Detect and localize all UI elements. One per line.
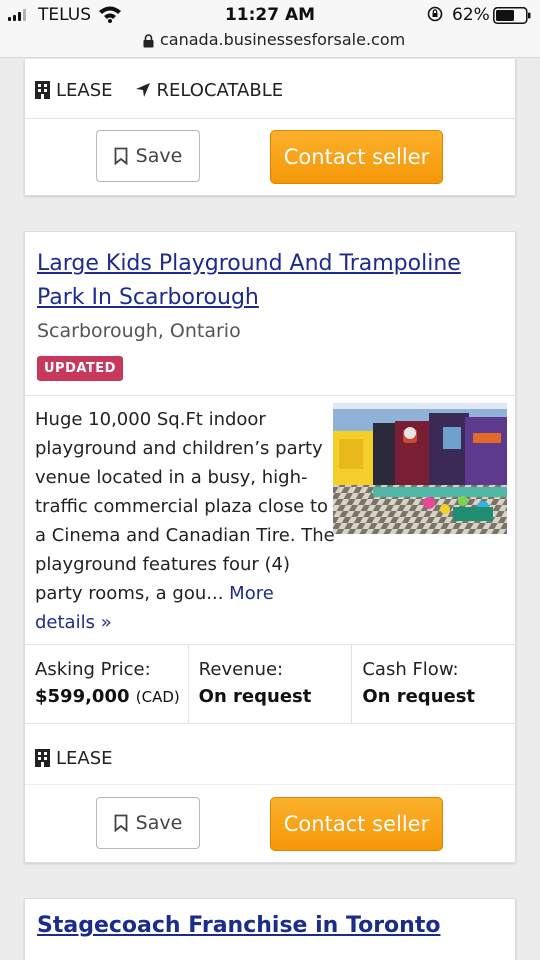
divider: [25, 395, 515, 396]
save-button[interactable]: Save: [96, 797, 200, 849]
stat-value: On request: [362, 686, 476, 707]
stat-cash-flow: Cash Flow: On request: [352, 645, 515, 723]
divider: [25, 784, 515, 785]
bookmark-icon: [114, 814, 128, 832]
listing-financials: Asking Price: $599,000 (CAD) Revenue: On…: [25, 644, 515, 724]
rotation-lock-icon: [427, 6, 443, 22]
status-badge: UPDATED: [37, 356, 123, 381]
save-button[interactable]: Save: [96, 130, 200, 182]
contact-seller-button[interactable]: Contact seller: [270, 130, 443, 184]
description-text: Huge 10,000 Sq.Ft indoor playground and …: [35, 409, 335, 604]
tag-label: LEASE: [56, 79, 113, 101]
tags-row: LEASE: [25, 729, 515, 787]
contact-seller-button[interactable]: Contact seller: [270, 797, 443, 851]
stat-label: Asking Price:: [35, 659, 151, 680]
battery-icon: [493, 7, 531, 24]
address-bar[interactable]: canada.businessesforsale.com: [0, 30, 540, 58]
tag-lease: LEASE: [35, 80, 113, 101]
tags-row: LEASE RELOCATABLE: [25, 61, 515, 119]
building-icon: [35, 749, 50, 767]
location-arrow-icon: [135, 83, 150, 97]
bookmark-icon: [114, 147, 128, 165]
listing-title-link[interactable]: Stagecoach Franchise in Toronto: [37, 913, 440, 938]
listing-card-next: Stagecoach Franchise in Toronto: [24, 898, 516, 960]
tag-lease: LEASE: [35, 748, 113, 769]
tag-label: RELOCATABLE: [156, 79, 284, 101]
listing-card: Large Kids Playground And Trampoline Par…: [24, 231, 516, 863]
listing-card-previous: LEASE RELOCATABLE Save Contact seller: [24, 59, 516, 196]
save-label: Save: [135, 812, 183, 834]
status-bar: TELUS 11:27 AM 62%: [0, 0, 540, 30]
tag-label: LEASE: [56, 747, 113, 769]
battery-percent: 62%: [452, 5, 490, 25]
stat-label: Cash Flow:: [362, 659, 459, 680]
stat-value: On request: [198, 686, 312, 707]
tag-relocatable: RELOCATABLE: [135, 79, 284, 101]
url-text[interactable]: canada.businessesforsale.com: [160, 30, 405, 50]
lock-icon: [143, 34, 154, 48]
divider: [25, 118, 515, 119]
stat-asking-price: Asking Price: $599,000 (CAD): [25, 645, 189, 723]
building-icon: [35, 81, 50, 99]
stat-value: $599,000 (CAD): [35, 686, 188, 707]
stat-revenue: Revenue: On request: [189, 645, 353, 723]
stat-value-text: $599,000: [35, 686, 130, 707]
listing-location: Scarborough, Ontario: [37, 320, 241, 342]
stat-label: Revenue:: [198, 659, 284, 680]
listing-photo[interactable]: [333, 403, 507, 534]
stat-unit: (CAD): [135, 688, 180, 706]
listing-description: Huge 10,000 Sq.Ft indoor playground and …: [35, 405, 335, 637]
listing-title-link[interactable]: Large Kids Playground And Trampoline Par…: [37, 247, 477, 315]
save-label: Save: [135, 145, 183, 167]
